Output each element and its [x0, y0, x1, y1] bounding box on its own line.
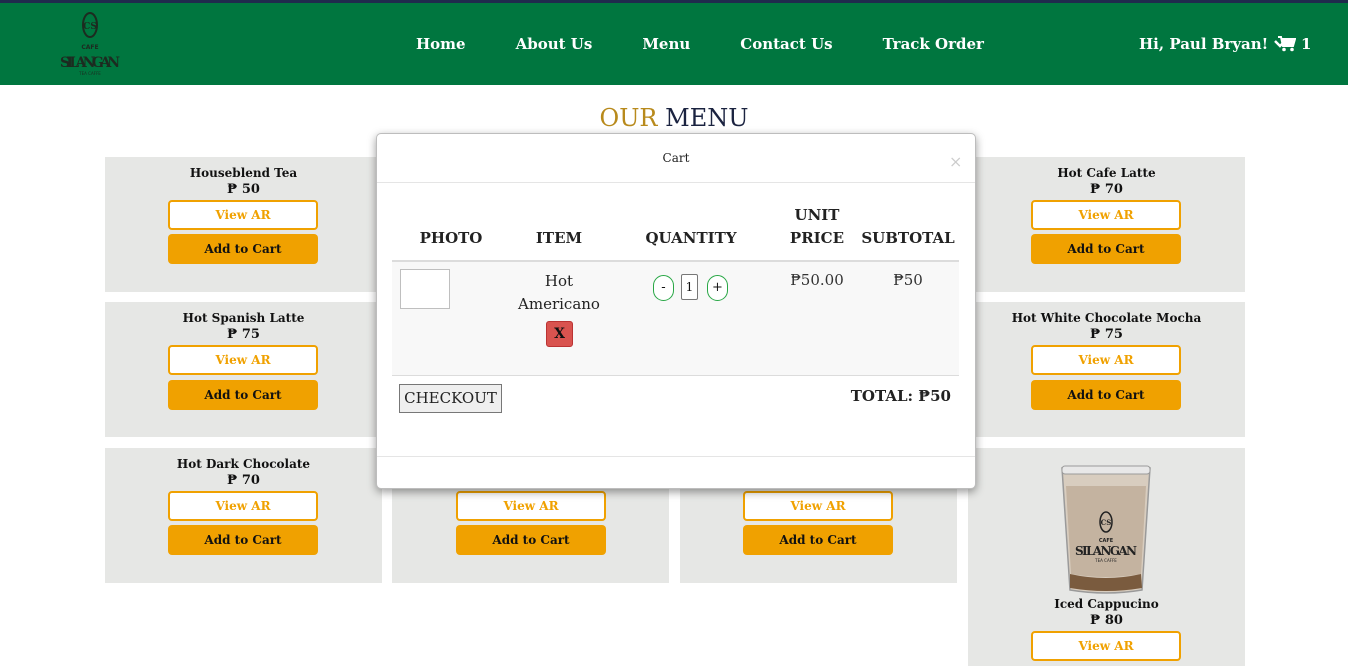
- menu-card-hot-cafe-latte: Hot Cafe Latte ₱ 70 View AR Add to Cart: [968, 157, 1245, 292]
- unit-price: ₱50.00: [790, 271, 844, 289]
- nav-menu[interactable]: Menu: [642, 35, 690, 53]
- menu-item-price: ₱ 70: [227, 473, 260, 488]
- svg-text:CS: CS: [83, 22, 97, 32]
- menu-title-accent: OUR: [599, 104, 658, 132]
- view-ar-button[interactable]: View AR: [168, 491, 318, 521]
- increase-quantity-button[interactable]: +: [707, 275, 728, 301]
- add-to-cart-button[interactable]: Add to Cart: [168, 380, 318, 410]
- svg-text:CS: CS: [1101, 518, 1112, 527]
- view-ar-button[interactable]: View AR: [1031, 200, 1181, 230]
- view-ar-button[interactable]: View AR: [168, 200, 318, 230]
- item-name-line1: Hot: [544, 272, 574, 290]
- header-unit-price-line1: UNIT: [794, 206, 840, 224]
- svg-text:TEA CAFFE: TEA CAFFE: [1094, 558, 1117, 563]
- menu-item-name: Hot White Chocolate Mocha: [1011, 311, 1202, 325]
- menu-item-name: Hot Spanish Latte: [182, 311, 305, 325]
- view-ar-button[interactable]: View AR: [168, 345, 318, 375]
- subtotal: ₱50: [893, 271, 923, 289]
- close-icon[interactable]: ×: [949, 154, 962, 170]
- add-to-cart-button[interactable]: Add to Cart: [168, 525, 318, 555]
- item-name: Hot Americano: [497, 270, 621, 316]
- menu-item-name: Hot Dark Chocolate: [176, 457, 311, 471]
- header-unit-price-line2: PRICE: [789, 229, 845, 247]
- nav-home[interactable]: Home: [416, 35, 466, 53]
- svg-text:SILANGAN: SILANGAN: [60, 55, 120, 71]
- menu-item-price: ₱ 50: [227, 182, 260, 197]
- modal-footer-divider: [377, 456, 975, 457]
- menu-item-price: ₱ 70: [1090, 182, 1123, 197]
- menu-item-price: ₱ 75: [1090, 327, 1123, 342]
- shopping-cart-icon: [1278, 36, 1296, 52]
- menu-card-hot-white-chocolate-mocha: Hot White Chocolate Mocha ₱ 75 View AR A…: [968, 302, 1245, 437]
- svg-text:TEA CAFFE: TEA CAFFE: [78, 71, 101, 76]
- nav-links: Home About Us Menu Contact Us Track Orde…: [416, 35, 1034, 53]
- cart-count: 1: [1301, 35, 1312, 53]
- menu-card-houseblend-tea: Houseblend Tea ₱ 50 View AR Add to Cart: [105, 157, 382, 292]
- item-photo-placeholder: [400, 269, 450, 309]
- menu-item-name: Houseblend Tea: [189, 166, 298, 180]
- menu-item-price: ₱ 80: [1090, 613, 1123, 628]
- header-subtotal: SUBTOTAL: [861, 229, 955, 247]
- remove-item-button[interactable]: X: [546, 321, 573, 347]
- svg-text:SILANGAN: SILANGAN: [1075, 544, 1137, 558]
- menu-item-name: Hot Cafe Latte: [1057, 166, 1156, 180]
- add-to-cart-button[interactable]: Add to Cart: [743, 525, 893, 555]
- header-quantity: QUANTITY: [645, 229, 737, 247]
- view-ar-button[interactable]: View AR: [456, 491, 606, 521]
- menu-item-name: Iced Cappucino: [1054, 597, 1159, 611]
- nav-about-us[interactable]: About Us: [516, 35, 593, 53]
- quantity-input[interactable]: 1: [681, 274, 698, 300]
- menu-item-price: ₱ 75: [227, 327, 260, 342]
- add-to-cart-button[interactable]: Add to Cart: [456, 525, 606, 555]
- menu-card-hot-spanish-latte: Hot Spanish Latte ₱ 75 View AR Add to Ca…: [105, 302, 382, 437]
- checkout-button[interactable]: CHECKOUT: [399, 384, 502, 413]
- modal-header-divider: [377, 182, 975, 183]
- view-ar-button[interactable]: View AR: [743, 491, 893, 521]
- svg-text:CAFE: CAFE: [81, 44, 98, 51]
- decrease-quantity-button[interactable]: -: [653, 275, 674, 301]
- nav-track-order[interactable]: Track Order: [883, 35, 984, 53]
- item-name-line2: Americano: [518, 295, 600, 313]
- user-greeting: Hi, Paul Bryan!: [1139, 35, 1269, 53]
- menu-card-hot-dark-chocolate: Hot Dark Chocolate ₱ 70 View AR Add to C…: [105, 448, 382, 583]
- header-item: ITEM: [535, 229, 583, 247]
- cart-total: TOTAL: ₱50: [850, 387, 951, 405]
- cart-modal: Cart × PHOTO ITEM QUANTITY UNIT PRICE SU…: [376, 133, 976, 489]
- table-row-divider: [392, 375, 959, 376]
- user-menu[interactable]: Hi, Paul Bryan!: [1139, 35, 1287, 53]
- add-to-cart-button[interactable]: Add to Cart: [1031, 380, 1181, 410]
- add-to-cart-button[interactable]: Add to Cart: [1031, 234, 1181, 264]
- header-photo: PHOTO: [419, 229, 483, 247]
- menu-title-rest: MENU: [665, 104, 749, 132]
- modal-title: Cart: [662, 151, 690, 165]
- view-ar-button[interactable]: View AR: [1031, 345, 1181, 375]
- menu-title: OUR MENU: [0, 104, 1348, 132]
- iced-cappucino-image: CS CAFE SILANGAN TEA CAFFE: [1061, 465, 1151, 594]
- add-to-cart-button[interactable]: Add to Cart: [168, 234, 318, 264]
- header-unit-price: UNIT PRICE: [777, 204, 857, 250]
- view-ar-button[interactable]: View AR: [1031, 631, 1181, 661]
- navbar: CS CAFE SILANGAN TEA CAFFE Home About Us…: [0, 3, 1348, 85]
- cart-link[interactable]: 1: [1278, 35, 1311, 53]
- cafe-silangan-logo[interactable]: CS CAFE SILANGAN TEA CAFFE: [58, 9, 122, 79]
- nav-contact-us[interactable]: Contact Us: [740, 35, 832, 53]
